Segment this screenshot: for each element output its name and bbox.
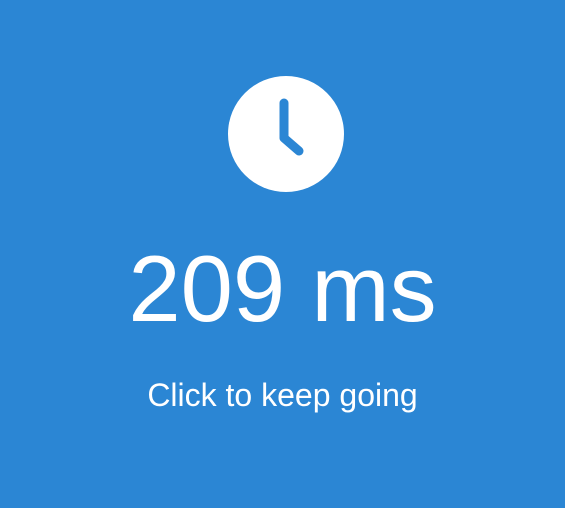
continue-prompt: Click to keep going bbox=[147, 377, 418, 413]
reaction-time-unit: ms bbox=[311, 236, 437, 341]
reaction-time-value: 209 bbox=[128, 236, 286, 341]
reaction-test-screen[interactable]: 209 ms Click to keep going bbox=[0, 0, 565, 508]
clock-icon bbox=[228, 76, 344, 192]
reaction-time-result: 209 ms bbox=[0, 233, 565, 345]
